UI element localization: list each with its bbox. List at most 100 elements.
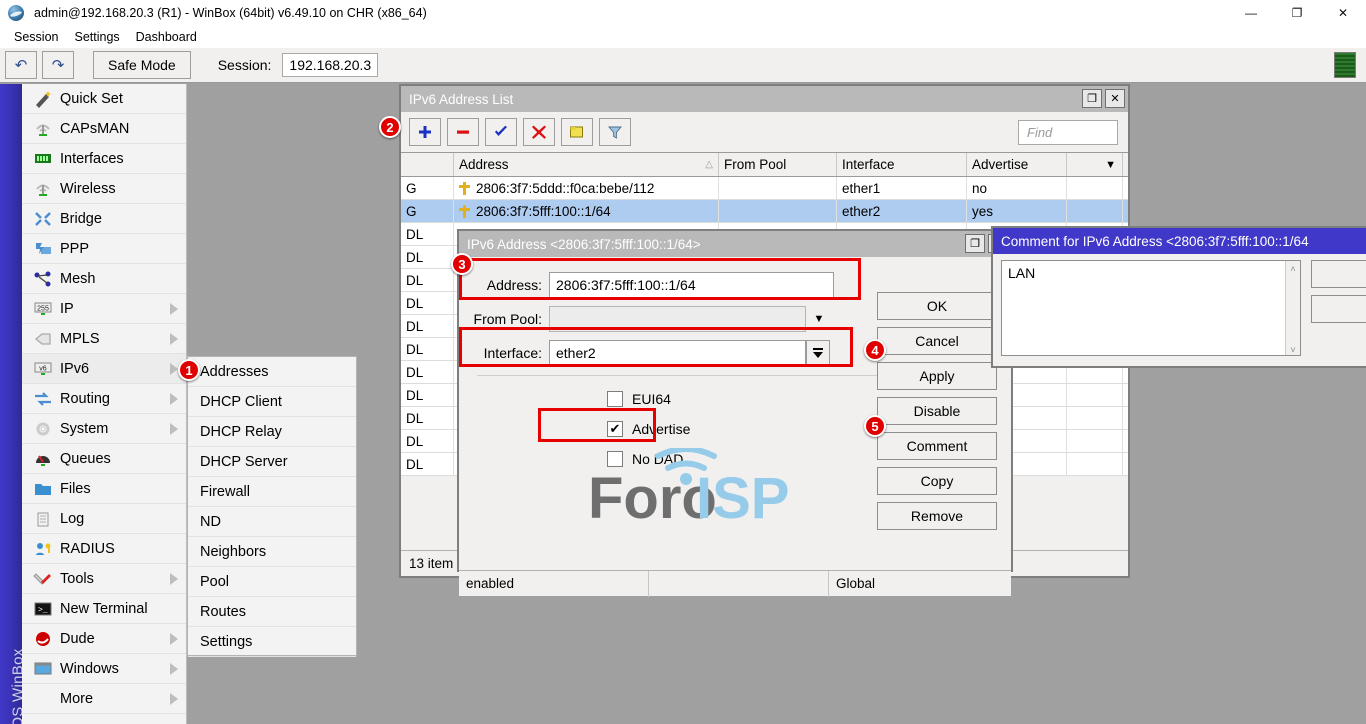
- table-row[interactable]: G2806:3f7:5fff:100::1/64ether2yes: [401, 200, 1128, 223]
- sidebar-item-windows[interactable]: Windows: [22, 654, 186, 684]
- sidebar-item-ppp[interactable]: PPP: [22, 234, 186, 264]
- disable-address-button[interactable]: [523, 118, 555, 146]
- apply-button[interactable]: Apply: [877, 362, 997, 390]
- sidebar-item-files[interactable]: Files: [22, 474, 186, 504]
- ipv6-submenu-item-firewall[interactable]: Firewall: [188, 477, 356, 507]
- sidebar-item-interfaces[interactable]: Interfaces: [22, 144, 186, 174]
- comment-button[interactable]: Comment: [877, 432, 997, 460]
- scrollbar-track[interactable]: [1286, 276, 1300, 342]
- column-header-interface[interactable]: Interface: [837, 153, 967, 176]
- no-icon: [30, 688, 56, 710]
- comment-cancel-button[interactable]: Ca: [1311, 295, 1366, 323]
- copy-button[interactable]: Copy: [877, 467, 997, 495]
- interface-input[interactable]: ether2: [549, 340, 806, 366]
- column-header-address[interactable]: Address △: [454, 153, 719, 176]
- sidebar-item-radius[interactable]: RADIUS: [22, 534, 186, 564]
- remove-button[interactable]: Remove: [877, 502, 997, 530]
- menu-bar: Session Settings Dashboard: [0, 26, 1366, 48]
- sort-ascending-icon: △: [705, 159, 713, 170]
- undo-icon[interactable]: ↶: [5, 51, 37, 79]
- sidebar-item-mpls[interactable]: MPLS: [22, 324, 186, 354]
- enable-address-button[interactable]: [485, 118, 517, 146]
- sidebar-item-bridge[interactable]: Bridge: [22, 204, 186, 234]
- ipv6-submenu-item-dhcp-relay[interactable]: DHCP Relay: [188, 417, 356, 447]
- find-input[interactable]: Find: [1018, 120, 1118, 145]
- maximize-button[interactable]: ❐: [1274, 0, 1320, 26]
- add-address-button[interactable]: [409, 118, 441, 146]
- nic-card-icon: [30, 148, 56, 170]
- sidebar-item-quick-set[interactable]: Quick Set: [22, 84, 186, 114]
- close-button[interactable]: ✕: [1320, 0, 1366, 26]
- column-header-from-pool[interactable]: From Pool: [719, 153, 837, 176]
- sidebar-item-routing[interactable]: Routing: [22, 384, 186, 414]
- sidebar-item-system[interactable]: System: [22, 414, 186, 444]
- mpls-tag-icon: [30, 328, 56, 350]
- column-chooser-button[interactable]: ▼: [1067, 153, 1123, 176]
- sidebar-item-new-terminal[interactable]: >_New Terminal: [22, 594, 186, 624]
- ipv6-submenu-item-addresses[interactable]: Addresses: [188, 357, 356, 387]
- session-address-field[interactable]: 192.168.20.3: [282, 53, 378, 77]
- ipv6-submenu-item-settings[interactable]: Settings: [188, 627, 356, 657]
- redo-icon[interactable]: ↷: [42, 51, 74, 79]
- column-header-advertise[interactable]: Advertise: [967, 153, 1067, 176]
- safe-mode-button[interactable]: Safe Mode: [93, 51, 191, 79]
- sidebar-item-ipv6[interactable]: v6IPv6: [22, 354, 186, 384]
- menu-dashboard[interactable]: Dashboard: [128, 28, 205, 46]
- ipv6-submenu-item-pool[interactable]: Pool: [188, 567, 356, 597]
- address-list-maximize-button[interactable]: ❐: [1082, 89, 1102, 108]
- sidebar-item-label: Routing: [60, 391, 110, 407]
- tools-icon: [30, 568, 56, 590]
- sidebar-item-wireless[interactable]: Wireless: [22, 174, 186, 204]
- session-label: Session:: [218, 57, 272, 73]
- scroll-up-icon[interactable]: ˄: [1286, 261, 1300, 276]
- ipv6-submenu-item-dhcp-server[interactable]: DHCP Server: [188, 447, 356, 477]
- cell-flag: G: [401, 177, 454, 199]
- address-list-close-button[interactable]: ✕: [1105, 89, 1125, 108]
- interface-combo-arrow-icon[interactable]: [806, 340, 830, 366]
- filter-funnel-icon[interactable]: [599, 118, 631, 146]
- comment-textarea[interactable]: LAN ˄ ˅: [1001, 260, 1301, 356]
- ppp-icon: [30, 238, 56, 260]
- address-input[interactable]: 2806:3f7:5fff:100::1/64: [549, 272, 834, 298]
- menu-settings[interactable]: Settings: [66, 28, 127, 46]
- checkbox-advertise[interactable]: ✔: [607, 421, 623, 437]
- table-row[interactable]: G2806:3f7:5ddd::f0ca:bebe/112ether1no: [401, 177, 1128, 200]
- cell-spacer: [1067, 407, 1123, 429]
- comment-note-icon[interactable]: [561, 118, 593, 146]
- cancel-button[interactable]: Cancel: [877, 327, 997, 355]
- ipv6-submenu-item-routes[interactable]: Routes: [188, 597, 356, 627]
- from-pool-chevron-down-icon[interactable]: ▼: [806, 306, 832, 332]
- ok-button[interactable]: OK: [877, 292, 997, 320]
- menu-session[interactable]: Session: [6, 28, 66, 46]
- scroll-down-icon[interactable]: ˅: [1286, 342, 1300, 357]
- sidebar-item-label: IP: [60, 301, 74, 317]
- minimize-button[interactable]: —: [1228, 0, 1274, 26]
- checkbox-eui64[interactable]: [607, 391, 623, 407]
- bridge-icon: [30, 208, 56, 230]
- disable-button[interactable]: Disable: [877, 397, 997, 425]
- sidebar-item-capsman[interactable]: CAPsMAN: [22, 114, 186, 144]
- comment-ok-button[interactable]: [1311, 260, 1366, 288]
- remove-address-button[interactable]: [447, 118, 479, 146]
- sidebar-item-dude[interactable]: Dude: [22, 624, 186, 654]
- sidebar-item-mesh[interactable]: Mesh: [22, 264, 186, 294]
- address-field-label: Address:: [459, 277, 549, 293]
- address-dialog-status-bar: enabled Global: [459, 570, 1011, 596]
- chevron-right-icon: [170, 423, 178, 435]
- from-pool-field-label: From Pool:: [459, 311, 549, 327]
- sidebar-item-log[interactable]: Log: [22, 504, 186, 534]
- ipv6-submenu-item-neighbors[interactable]: Neighbors: [188, 537, 356, 567]
- sidebar-item-queues[interactable]: Queues: [22, 444, 186, 474]
- from-pool-input[interactable]: [549, 306, 806, 332]
- chevron-right-icon: [170, 663, 178, 675]
- ipv6-address-dialog: IPv6 Address <2806:3f7:5fff:100::1/64> ❐…: [457, 229, 1013, 572]
- sidebar-item-tools[interactable]: Tools: [22, 564, 186, 594]
- sidebar-item-more[interactable]: More: [22, 684, 186, 714]
- address-dialog-maximize-button[interactable]: ❐: [965, 234, 985, 253]
- comment-scrollbar[interactable]: ˄ ˅: [1285, 261, 1300, 355]
- ipv6-submenu-item-nd[interactable]: ND: [188, 507, 356, 537]
- checkbox-no-dad[interactable]: [607, 451, 623, 467]
- sidebar-item-ip[interactable]: 255IP: [22, 294, 186, 324]
- column-header-flags[interactable]: [401, 153, 454, 176]
- ipv6-submenu-item-dhcp-client[interactable]: DHCP Client: [188, 387, 356, 417]
